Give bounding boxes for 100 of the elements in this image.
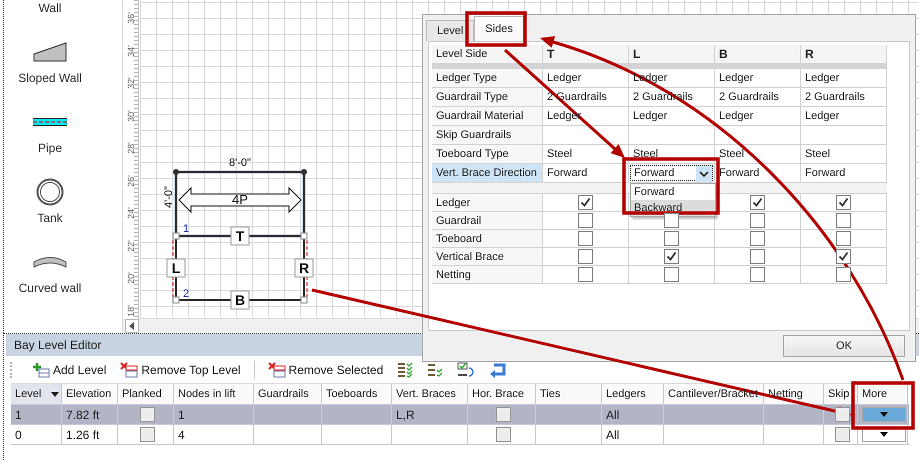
column-header[interactable]: Netting xyxy=(768,388,803,400)
table-row[interactable]: 1 7.82 ft 1 L,R All xyxy=(11,405,909,425)
checkbox[interactable] xyxy=(578,213,593,228)
column-header[interactable]: Skip xyxy=(828,388,850,400)
property-label[interactable]: Skip Guardrails xyxy=(432,126,543,145)
property-value[interactable]: Ledger xyxy=(805,72,840,84)
checkbox[interactable] xyxy=(836,249,851,264)
side-marker[interactable]: L xyxy=(166,258,186,278)
scroll-left-icon[interactable] xyxy=(125,319,139,333)
property-value[interactable]: Steel xyxy=(719,148,744,160)
column-header[interactable]: Ties xyxy=(540,388,560,400)
property-label[interactable]: Guardrail Material xyxy=(432,107,543,126)
toolbar-button[interactable]: Remove Top Level xyxy=(115,360,246,380)
dropdown-option[interactable]: Forward xyxy=(631,184,715,200)
checkbox[interactable] xyxy=(750,249,765,264)
column-header[interactable]: Nodes in lift xyxy=(178,388,236,400)
property-value[interactable]: Steel xyxy=(547,148,572,160)
header-cell[interactable]: Cantilever/Bracket xyxy=(664,384,764,404)
checkbox[interactable] xyxy=(836,213,851,228)
property-value[interactable]: Forward xyxy=(805,167,846,179)
column-header[interactable]: Elevation xyxy=(66,388,112,400)
plank-arrow[interactable] xyxy=(178,186,302,214)
column-header[interactable]: Planked xyxy=(122,388,162,400)
checkbox[interactable] xyxy=(664,213,679,228)
dropdown-button[interactable] xyxy=(862,407,906,422)
checkbox[interactable] xyxy=(578,267,593,282)
bay-outline[interactable] xyxy=(172,169,308,304)
checkbox[interactable] xyxy=(578,231,593,246)
checkbox[interactable] xyxy=(836,231,851,246)
curved-wall-icon[interactable] xyxy=(33,256,67,268)
checkbox[interactable] xyxy=(496,407,511,422)
property-value[interactable]: 2 Guardrails xyxy=(719,91,779,103)
header-cell[interactable]: Guardrails xyxy=(254,384,322,404)
property-value[interactable]: Steel xyxy=(633,148,658,160)
header-cell[interactable]: Toeboards xyxy=(322,384,392,404)
property-label[interactable]: Toeboard Type xyxy=(432,145,543,164)
side-marker[interactable]: R xyxy=(294,258,314,278)
property-label[interactable]: Vert. Brace Direction xyxy=(432,164,543,183)
checkbox[interactable] xyxy=(750,231,765,246)
tab[interactable]: Sides xyxy=(474,16,524,41)
header-cell[interactable]: Nodes in lift xyxy=(174,384,254,404)
column-header[interactable]: Cantilever/Bracket xyxy=(668,388,758,400)
property-label[interactable]: Guardrail Type xyxy=(432,88,543,107)
toolbar-button[interactable]: Remove Selected xyxy=(262,360,388,380)
column-header[interactable]: Toeboards xyxy=(326,388,378,400)
checkbox[interactable] xyxy=(664,249,679,264)
property-value[interactable]: Forward xyxy=(547,167,588,179)
checkbox[interactable] xyxy=(664,231,679,246)
column-header[interactable]: Guardrails xyxy=(258,388,309,400)
property-label[interactable]: Ledger Type xyxy=(432,69,543,88)
property-value[interactable]: Ledger xyxy=(719,110,754,122)
header-cell[interactable]: Ledgers xyxy=(602,384,664,404)
side-marker[interactable]: B xyxy=(230,290,250,310)
checkbox[interactable] xyxy=(836,267,851,282)
column-header[interactable]: Hor. Brace xyxy=(472,388,524,400)
ok-button[interactable]: OK xyxy=(783,335,905,357)
header-cell[interactable]: Hor. Brace xyxy=(468,384,536,404)
checkbox[interactable] xyxy=(835,427,850,442)
property-value[interactable]: Ledger xyxy=(719,72,754,84)
property-value[interactable]: 2 Guardrails xyxy=(805,91,865,103)
column-header[interactable]: More xyxy=(862,388,888,400)
property-value[interactable]: Ledger xyxy=(805,110,840,122)
palette-item-label[interactable]: Sloped Wall xyxy=(18,70,82,86)
toolbar-button[interactable]: Add Level xyxy=(27,360,112,380)
palette-item-label[interactable]: Curved wall xyxy=(18,280,82,296)
checkbox[interactable] xyxy=(578,195,593,210)
checkbox[interactable] xyxy=(750,195,765,210)
property-value[interactable]: Ledger xyxy=(547,72,582,84)
header-cell[interactable]: Level xyxy=(11,384,62,404)
sort-caret-icon[interactable] xyxy=(51,392,60,396)
checkbox[interactable] xyxy=(140,427,155,442)
header-cell[interactable]: More xyxy=(858,384,908,404)
checkbox[interactable] xyxy=(578,249,593,264)
checkbox[interactable] xyxy=(140,407,155,422)
column-header[interactable]: Vert. Braces xyxy=(396,388,456,400)
header-cell[interactable]: Skip xyxy=(824,384,858,404)
property-value[interactable]: Ledger xyxy=(633,110,668,122)
dropdown-field[interactable]: Forward xyxy=(630,165,713,181)
side-marker[interactable]: T xyxy=(230,226,250,246)
column-header[interactable]: Level xyxy=(15,388,42,400)
tab[interactable]: Level xyxy=(426,20,474,41)
checkbox[interactable] xyxy=(664,267,679,282)
checkbox[interactable] xyxy=(496,427,511,442)
column-header[interactable]: Ledgers xyxy=(606,388,646,400)
pipe-icon[interactable] xyxy=(33,118,67,126)
header-cell[interactable]: Vert. Braces xyxy=(392,384,468,404)
tank-icon[interactable] xyxy=(36,178,64,206)
palette-item-label[interactable]: Wall xyxy=(38,0,62,16)
table-row[interactable]: 0 1.26 ft 4 All xyxy=(11,425,909,445)
caret-icon[interactable] xyxy=(696,166,712,182)
checkbox[interactable] xyxy=(835,407,850,422)
checkbox[interactable] xyxy=(750,213,765,228)
checkbox[interactable] xyxy=(836,195,851,210)
palette-item-label[interactable]: Pipe xyxy=(38,140,62,156)
palette-item-label[interactable]: Tank xyxy=(37,210,63,226)
sloped-wall-icon[interactable] xyxy=(33,42,67,62)
checkbox[interactable] xyxy=(750,267,765,282)
header-cell[interactable]: Netting xyxy=(764,384,824,404)
property-value[interactable]: Steel xyxy=(805,148,830,160)
header-cell[interactable]: Planked xyxy=(118,384,174,404)
